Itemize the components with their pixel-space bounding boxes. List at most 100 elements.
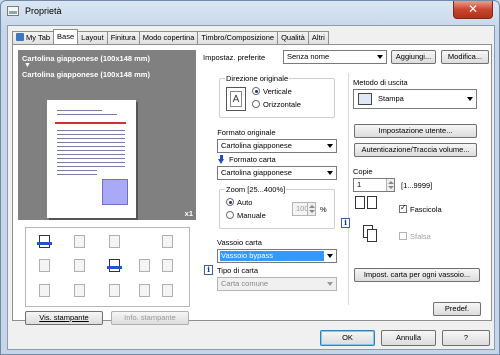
info-icon[interactable]: i xyxy=(341,218,350,228)
chevron-down-icon xyxy=(467,97,473,101)
tab-base[interactable]: Base xyxy=(53,29,79,44)
original-size-value: Cartolina giapponese xyxy=(221,141,292,150)
color-page-icon[interactable] xyxy=(37,283,52,298)
tab-modo-copertina[interactable]: Modo copertina xyxy=(138,31,199,44)
collate-checkbox[interactable]: Fascicola xyxy=(399,203,442,214)
portrait-page-icon: A xyxy=(226,87,246,111)
zoom-auto-radio[interactable]: Auto xyxy=(226,198,252,207)
user-settings-button[interactable]: Impostazione utente... xyxy=(354,124,477,138)
settings-page-icon[interactable] xyxy=(160,283,175,298)
landscape-label: Orizzontale xyxy=(263,100,301,109)
output-method-value: Stampa xyxy=(378,94,404,103)
orientation-title: Direzione originale xyxy=(225,74,290,83)
down-arrow-icon xyxy=(218,155,225,164)
function-icon-panel xyxy=(25,227,190,307)
auth-volume-button[interactable]: Autenticazione/Traccia volume... xyxy=(354,143,477,157)
fit-page-icon[interactable] xyxy=(72,234,87,249)
paper-tray-label: Vassoio carta xyxy=(217,238,262,247)
offset-checkbox: Sfalsa xyxy=(399,232,431,241)
radio-button xyxy=(252,100,260,108)
paper-type-label: Tipo di carta xyxy=(217,266,258,275)
favorites-select[interactable]: Senza nome xyxy=(283,50,387,64)
chevron-down-icon xyxy=(327,254,333,258)
list-page-icon[interactable] xyxy=(137,283,152,298)
print-function-icon[interactable] xyxy=(37,234,52,249)
favorites-value: Senza nome xyxy=(287,52,330,61)
cancel-button[interactable]: Annulla xyxy=(381,330,436,346)
chevron-down-icon xyxy=(327,144,333,148)
window-title: Proprietà xyxy=(25,6,62,16)
users-icon[interactable] xyxy=(107,283,122,298)
tab-my-tab[interactable]: My Tab xyxy=(12,31,55,44)
dialog-client: My Tab Base Layout Finitura Modo coperti… xyxy=(7,25,495,350)
properties-window: Proprietà ✕ My Tab Base Layout Finitura … xyxy=(0,0,500,355)
favorites-label: Impostaz. preferite xyxy=(203,53,266,62)
pages-stack-icon[interactable] xyxy=(37,258,52,273)
printer-info-button: Info. stampante xyxy=(111,311,189,325)
portrait-radio[interactable]: Verticale xyxy=(252,87,292,96)
tab-label: My Tab xyxy=(26,33,51,42)
portrait-label: Verticale xyxy=(263,87,292,96)
tab-altri[interactable]: Altri xyxy=(307,31,329,44)
my-tab-icon xyxy=(16,33,24,41)
help-button[interactable]: ? xyxy=(442,330,490,346)
tab-finitura[interactable]: Finitura xyxy=(106,31,140,44)
paper-preview: Cartolina giapponese (100x148 mm) ▼ Cart… xyxy=(18,50,196,220)
text-page-icon[interactable] xyxy=(107,258,122,273)
paper-tray-select[interactable]: Vassoio bypass xyxy=(217,249,337,263)
zoom-manual-radio[interactable]: Manuale xyxy=(226,211,266,220)
edit-favorite-button[interactable]: Modifica... xyxy=(441,50,489,64)
printer-view-button[interactable]: Vis. stampante xyxy=(25,311,103,325)
copies-badge: x1 xyxy=(184,209,193,218)
ok-button[interactable]: OK xyxy=(320,330,375,346)
copies-field[interactable]: 1 xyxy=(353,178,395,192)
checkbox xyxy=(399,203,407,213)
paper-size-label: Formato carta xyxy=(229,155,276,164)
zoom-unit: % xyxy=(320,205,327,214)
tab-layout[interactable]: Layout xyxy=(77,31,108,44)
printer-properties-icon xyxy=(7,6,19,16)
tab-bar: My Tab Base Layout Finitura Modo coperti… xyxy=(12,29,329,44)
staple-icon[interactable] xyxy=(137,258,152,273)
landscape-radio[interactable]: Orizzontale xyxy=(252,100,301,109)
output-method-select[interactable]: Stampa xyxy=(353,89,477,109)
printer-info-label: Info. stampante xyxy=(124,313,176,322)
add-favorite-button[interactable]: Aggiungi... xyxy=(391,50,436,64)
title-bar: Proprietà ✕ xyxy=(1,1,499,21)
booklet-icon[interactable] xyxy=(72,258,87,273)
original-size-select[interactable]: Cartolina giapponese xyxy=(217,139,337,153)
paper-type-select: Carta comune xyxy=(217,277,337,291)
section-divider xyxy=(348,73,349,305)
tab-timbro[interactable]: Timbro/Composizione xyxy=(197,31,279,44)
copies-range: [1...9999] xyxy=(401,181,433,190)
checkbox xyxy=(399,232,407,240)
chevron-down-icon xyxy=(327,171,333,175)
original-size-text: Formato originale xyxy=(217,128,276,137)
zoom-spin-buttons xyxy=(307,203,315,215)
account-icon[interactable] xyxy=(72,283,87,298)
offset-icon xyxy=(363,225,381,245)
original-size-label: FFormato originale xyxy=(217,128,276,137)
orientation-group: Direzione originale A Verticale Orizzont… xyxy=(219,74,335,118)
output-tray-icon[interactable] xyxy=(160,234,175,249)
tray-select-icon[interactable] xyxy=(160,258,175,273)
zoom-manual-label: Manuale xyxy=(237,211,266,220)
copies-value: 1 xyxy=(357,180,362,189)
paper-per-tray-button[interactable]: Impost. carta per ogni vassoio... xyxy=(354,268,480,282)
close-button[interactable]: ✕ xyxy=(453,1,493,19)
paper-size-value: Cartolina giapponese xyxy=(221,168,292,177)
copies-spin-buttons[interactable] xyxy=(386,179,394,191)
collate-label: Fascicola xyxy=(410,205,442,214)
preview-paper-size: Cartolina giapponese (100x148 mm) xyxy=(22,70,150,79)
info-icon[interactable]: i xyxy=(204,265,213,275)
down-arrow-icon: ▼ xyxy=(24,62,31,69)
copy-pages-icon[interactable] xyxy=(107,234,122,249)
defaults-button[interactable]: Predef. xyxy=(433,302,481,316)
collate-icon xyxy=(355,196,379,218)
preview-original-size: Cartolina giapponese (100x148 mm) xyxy=(22,54,150,63)
paper-size-select[interactable]: Cartolina giapponese xyxy=(217,166,337,180)
copies-label: Copie xyxy=(353,167,373,176)
tab-qualita[interactable]: Qualità xyxy=(277,31,309,44)
zoom-title: Zoom [25...400%] xyxy=(225,185,287,194)
printer-view-label: Vis. stampante xyxy=(39,313,89,322)
